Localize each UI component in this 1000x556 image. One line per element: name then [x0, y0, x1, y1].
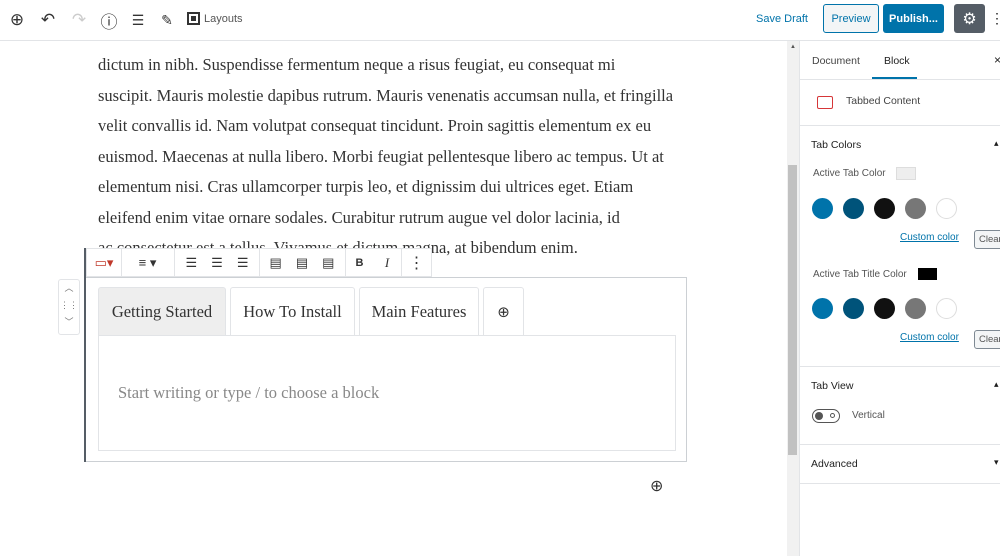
bold-button[interactable]: B: [345, 249, 373, 277]
text-align-group: ☰ ☰ ☰: [174, 249, 259, 277]
edit-icon[interactable]: ✎: [156, 9, 178, 31]
align-left-icon[interactable]: ☰: [186, 255, 198, 271]
color-swatch[interactable]: [874, 298, 895, 319]
top-toolbar: ⊕ ↶ ↷ ⓘ ☰ ✎ Layouts Save Draft Preview P…: [0, 0, 1000, 41]
scrollbar[interactable]: ▲: [787, 41, 799, 556]
tab-document[interactable]: Document: [812, 55, 860, 67]
wrap-none-icon[interactable]: ▤: [296, 255, 308, 271]
drag-handle-icon[interactable]: ⋮⋮: [59, 297, 79, 314]
color-swatch[interactable]: [812, 198, 833, 219]
align-right-icon[interactable]: ☰: [237, 255, 249, 271]
custom-color-link[interactable]: Custom color: [900, 232, 959, 243]
layouts-label: Layouts: [204, 12, 243, 25]
move-up-icon[interactable]: ︿: [59, 280, 79, 297]
active-tab-color-indicator: [896, 167, 916, 180]
block-toolbar: ▭▾ ≡ ▾ ☰ ☰ ☰ ▤ ▤ ▤ B I ⋮: [86, 248, 432, 277]
paragraph-line: suscipit. Mauris molestie dapibus rutrum…: [98, 86, 674, 105]
color-swatch[interactable]: [874, 198, 895, 219]
settings-gear-icon[interactable]: ⚙: [954, 4, 985, 33]
paragraph-line: dictum in nibh. Suspendisse fermentum ne…: [98, 55, 616, 74]
paragraph-line: velit convallis id. Nam volutpat consequ…: [98, 116, 652, 135]
settings-sidebar: Document Block × Tabbed Content Tab Colo…: [799, 41, 1000, 556]
custom-color-link[interactable]: Custom color: [900, 332, 959, 343]
toggle-off-indicator: [830, 413, 835, 418]
save-draft-button[interactable]: Save Draft: [752, 4, 812, 33]
block-type-icon[interactable]: ▭▾: [89, 249, 119, 277]
add-block-icon[interactable]: ⊕: [6, 9, 28, 31]
clear-button[interactable]: Clear: [974, 330, 1000, 349]
color-swatch[interactable]: [905, 198, 926, 219]
layouts-icon: [187, 12, 200, 25]
redo-icon[interactable]: ↷: [68, 9, 90, 31]
outline-icon[interactable]: ☰: [127, 9, 149, 31]
tab-block[interactable]: Block: [884, 55, 910, 67]
color-swatch[interactable]: [936, 298, 957, 319]
collapse-icon[interactable]: ▴: [994, 379, 999, 390]
paragraph-line: eleifend enim vitae ornare sodales. Cura…: [98, 208, 620, 227]
tab-view-title[interactable]: Tab View: [811, 380, 853, 392]
color-swatch[interactable]: [936, 198, 957, 219]
color-palette: [812, 298, 972, 320]
block-align-icon[interactable]: ≡ ▾: [121, 249, 173, 277]
advanced-title[interactable]: Advanced: [811, 458, 858, 470]
add-tab-icon[interactable]: ⊕: [483, 287, 524, 335]
info-icon[interactable]: ⓘ: [98, 9, 120, 32]
active-tab-title-color-label: Active Tab Title Color: [813, 269, 907, 280]
vertical-label: Vertical: [852, 410, 885, 421]
clear-button[interactable]: Clear: [974, 230, 1000, 249]
tab-label: Getting Started: [111, 301, 213, 321]
tab-main-features[interactable]: Main Features: [359, 287, 479, 335]
wrap-right-icon[interactable]: ▤: [322, 255, 334, 271]
vertical-toggle[interactable]: [812, 409, 840, 423]
paragraph-line: elementum nisi. Cras ullamcorper turpis …: [98, 177, 634, 196]
expand-icon[interactable]: ▾: [994, 457, 999, 468]
color-swatch[interactable]: [812, 298, 833, 319]
undo-icon[interactable]: ↶: [37, 9, 59, 31]
tab-colors-title[interactable]: Tab Colors: [811, 139, 861, 151]
block-name: Tabbed Content: [846, 95, 921, 107]
toggle-knob: [815, 412, 823, 420]
tab-how-to-install[interactable]: How To Install: [230, 287, 355, 335]
publish-button[interactable]: Publish...: [883, 4, 944, 33]
collapse-icon[interactable]: ▴: [994, 138, 999, 149]
tab-content-area[interactable]: Start writing or type / to choose a bloc…: [98, 335, 676, 451]
add-block-icon[interactable]: ⊕: [650, 476, 663, 496]
more-menu-icon[interactable]: ⋮: [990, 4, 1000, 33]
tab-label: Main Features: [371, 301, 467, 321]
active-tab-title-color-indicator: [918, 268, 937, 280]
paragraph-line: euismod. Maecenas at nulla libero. Morbi…: [98, 147, 664, 166]
align-center-icon[interactable]: ☰: [211, 255, 223, 271]
color-swatch[interactable]: [843, 198, 864, 219]
scroll-up-icon[interactable]: ▲: [790, 44, 796, 50]
move-down-icon[interactable]: ﹀: [59, 314, 79, 331]
tab-label: How To Install: [243, 301, 342, 321]
scrollbar-thumb[interactable]: [788, 165, 797, 455]
color-swatch[interactable]: [905, 298, 926, 319]
block-mover: ︿ ⋮⋮ ﹀: [58, 279, 80, 335]
media-align-group: ▤ ▤ ▤: [259, 249, 344, 277]
layouts-button[interactable]: Layouts: [187, 12, 243, 25]
more-options-icon[interactable]: ⋮: [401, 249, 431, 277]
active-tab-color-label: Active Tab Color: [813, 168, 886, 179]
block-placeholder: Start writing or type / to choose a bloc…: [118, 383, 380, 402]
color-swatch[interactable]: [843, 298, 864, 319]
wrap-left-icon[interactable]: ▤: [270, 255, 282, 271]
color-palette: [812, 198, 972, 220]
preview-button[interactable]: Preview: [823, 4, 879, 33]
tab-getting-started[interactable]: Getting Started: [98, 287, 226, 335]
italic-button[interactable]: I: [373, 249, 401, 277]
tabbed-content-icon: [817, 96, 833, 109]
close-sidebar-icon[interactable]: ×: [994, 53, 1000, 67]
